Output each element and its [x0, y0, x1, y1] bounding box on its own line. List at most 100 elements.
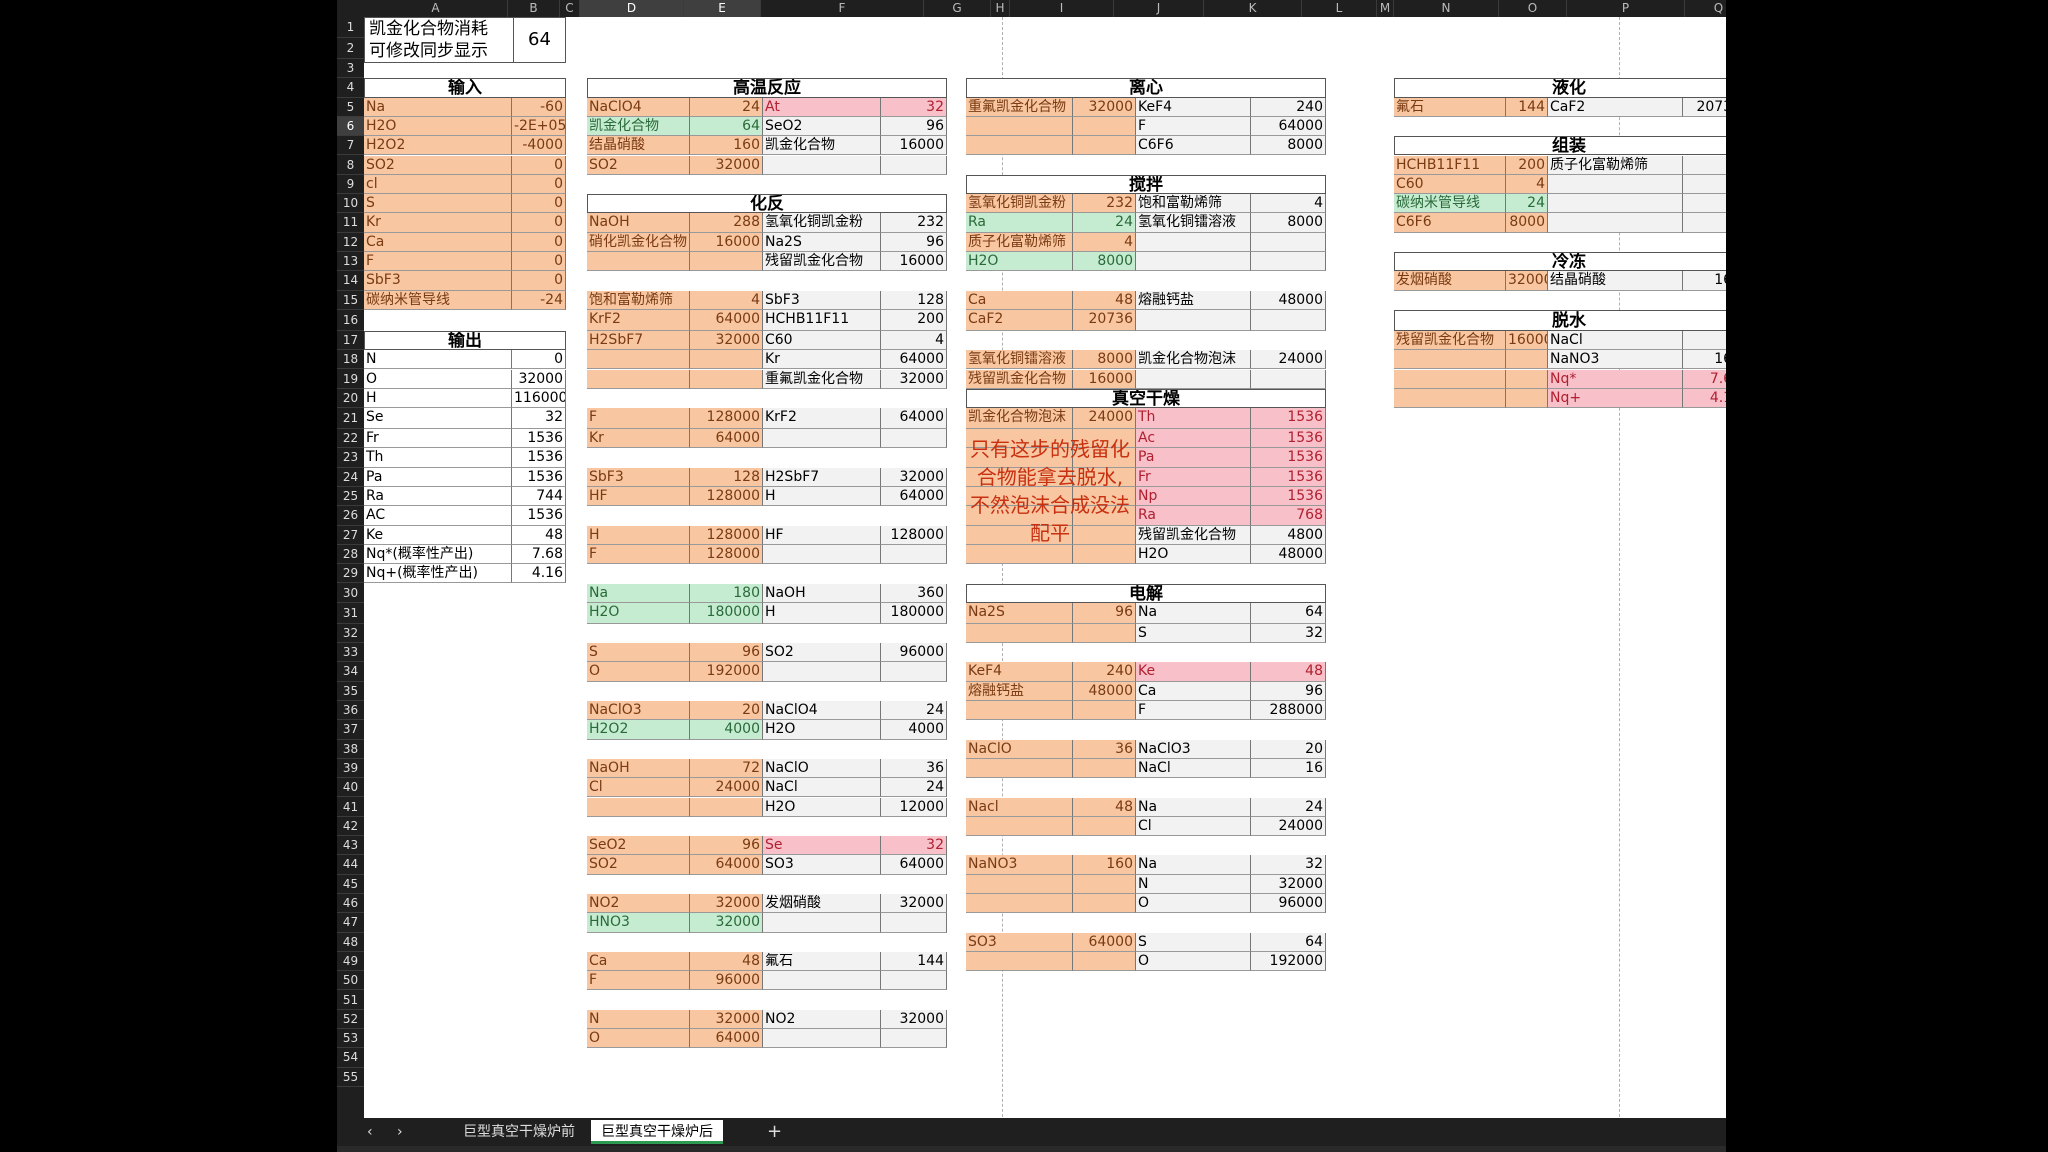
reactant-amount[interactable]	[690, 369, 763, 389]
row-header-4[interactable]: 4	[337, 78, 364, 98]
product-amount[interactable]: 8	[1683, 330, 1726, 351]
reactant-amount[interactable]: 4	[1073, 232, 1136, 252]
input-item-name[interactable]: H2O	[364, 116, 512, 137]
product-amount[interactable]: 192000	[1251, 951, 1326, 972]
reactant-amount[interactable]: 24	[1506, 194, 1548, 214]
product-name[interactable]: Na	[1136, 602, 1251, 624]
row-header-20[interactable]: 20	[337, 389, 364, 409]
product-amount[interactable]: 4	[881, 330, 947, 351]
reactant-amount[interactable]: 72	[690, 758, 763, 779]
product-name[interactable]: Se	[763, 836, 881, 856]
reactant-name[interactable]: NO2	[587, 894, 690, 914]
row-header-51[interactable]: 51	[337, 991, 364, 1010]
reactant-amount[interactable]: 24	[690, 97, 763, 117]
reactant-name[interactable]: NaClO	[966, 739, 1073, 759]
column-header-o[interactable]: O	[1499, 0, 1567, 17]
input-item-value[interactable]: 0	[512, 155, 566, 175]
reactant-amount[interactable]: 20736	[1073, 309, 1136, 331]
reactant-amount[interactable]: 128000	[690, 544, 763, 565]
column-header-g[interactable]: G	[924, 0, 991, 17]
row-header-48[interactable]: 48	[337, 933, 364, 952]
output-item-name[interactable]: Nq*(概率性产出)	[364, 544, 512, 565]
row-header-33[interactable]: 33	[337, 643, 364, 663]
product-name[interactable]	[763, 429, 881, 449]
reactant-amount[interactable]: 64000	[690, 429, 763, 449]
product-name[interactable]: 质子化富勒烯筛	[1548, 155, 1683, 175]
column-header-n[interactable]: N	[1394, 0, 1499, 17]
product-amount[interactable]: 24	[1251, 797, 1326, 817]
row-header-45[interactable]: 45	[337, 875, 364, 894]
product-name[interactable]	[1136, 369, 1251, 389]
reactant-amount[interactable]	[1506, 350, 1548, 370]
input-item-value[interactable]: 0	[512, 271, 566, 291]
reactant-amount[interactable]: 32000	[690, 913, 763, 933]
column-header-p[interactable]: P	[1567, 0, 1685, 17]
reactant-name[interactable]: SbF3	[587, 467, 690, 487]
product-amount[interactable]: 4000	[881, 720, 947, 740]
product-name[interactable]: H2O	[763, 720, 881, 740]
input-item-value[interactable]: 0	[512, 232, 566, 252]
product-amount[interactable]: 48000	[1251, 290, 1326, 310]
reactant-amount[interactable]: 64	[690, 116, 763, 137]
product-name[interactable]	[1136, 232, 1251, 252]
product-name[interactable]: 饱和富勒烯筛	[1136, 194, 1251, 214]
row-header-1[interactable]: 1	[337, 17, 364, 38]
product-name[interactable]	[1548, 213, 1683, 233]
product-amount[interactable]: 64000	[881, 350, 947, 370]
product-name[interactable]: 凯金化合物泡沫	[1136, 350, 1251, 370]
output-item-name[interactable]: O	[364, 369, 512, 389]
column-header-c[interactable]: C	[560, 0, 580, 17]
reactant-name[interactable]: H	[587, 525, 690, 545]
reactant-name[interactable]: KeF4	[966, 662, 1073, 682]
reactant-amount[interactable]: 200	[1506, 155, 1548, 175]
output-item-value[interactable]: 1536	[512, 429, 566, 449]
reactant-amount[interactable]: 4	[690, 290, 763, 310]
row-header-11[interactable]: 11	[337, 213, 364, 233]
reactant-amount[interactable]: 48	[1073, 797, 1136, 817]
product-name[interactable]: Nq*	[1548, 369, 1683, 389]
reactant-name[interactable]: F	[587, 971, 690, 991]
product-name[interactable]: NaOH	[763, 583, 881, 603]
output-item-name[interactable]: Th	[364, 448, 512, 468]
column-header-e[interactable]: E	[684, 0, 761, 17]
product-amount[interactable]: 4	[1251, 194, 1326, 214]
product-name[interactable]: NaClO	[763, 758, 881, 779]
product-name[interactable]: Ac	[1136, 429, 1251, 449]
product-name[interactable]: H2O	[1136, 544, 1251, 565]
row-header-50[interactable]: 50	[337, 971, 364, 991]
row-header-27[interactable]: 27	[337, 526, 364, 545]
product-amount[interactable]	[1251, 309, 1326, 331]
product-name[interactable]: H	[763, 487, 881, 507]
row-header-37[interactable]: 37	[337, 720, 364, 740]
product-name[interactable]: Na2S	[763, 232, 881, 252]
product-name[interactable]: 凯金化合物	[763, 136, 881, 156]
product-amount[interactable]: 32	[1251, 855, 1326, 875]
reactant-name[interactable]: 发烟硝酸	[1394, 271, 1506, 291]
input-item-value[interactable]: 0	[512, 194, 566, 214]
reactant-name[interactable]: O	[587, 1029, 690, 1049]
row-header-46[interactable]: 46	[337, 894, 364, 914]
column-header-f[interactable]: F	[761, 0, 924, 17]
product-name[interactable]: S	[1136, 932, 1251, 952]
reactant-name[interactable]: SeO2	[587, 836, 690, 856]
column-header-h[interactable]: H	[991, 0, 1010, 17]
row-header-24[interactable]: 24	[337, 468, 364, 487]
product-amount[interactable]: 32	[1251, 623, 1326, 644]
product-amount[interactable]: 240	[1251, 97, 1326, 117]
output-item-value[interactable]: 744	[512, 487, 566, 507]
reactant-amount[interactable]: 128	[690, 467, 763, 487]
row-header-36[interactable]: 36	[337, 701, 364, 721]
reactant-amount[interactable]: 128000	[690, 487, 763, 507]
row-header-29[interactable]: 29	[337, 564, 364, 584]
product-name[interactable]: Np	[1136, 487, 1251, 507]
product-amount[interactable]: 96000	[881, 643, 947, 663]
input-item-value[interactable]: -4000	[512, 136, 566, 156]
reactant-amount[interactable]	[1073, 951, 1136, 972]
product-name[interactable]: 结晶硝酸	[1548, 271, 1683, 291]
product-amount[interactable]: 32000	[881, 369, 947, 389]
row-header-28[interactable]: 28	[337, 545, 364, 565]
row-header-43[interactable]: 43	[337, 836, 364, 856]
reactant-amount[interactable]: 24000	[690, 778, 763, 798]
row-header-41[interactable]: 41	[337, 798, 364, 817]
product-amount[interactable]: 96	[881, 116, 947, 137]
